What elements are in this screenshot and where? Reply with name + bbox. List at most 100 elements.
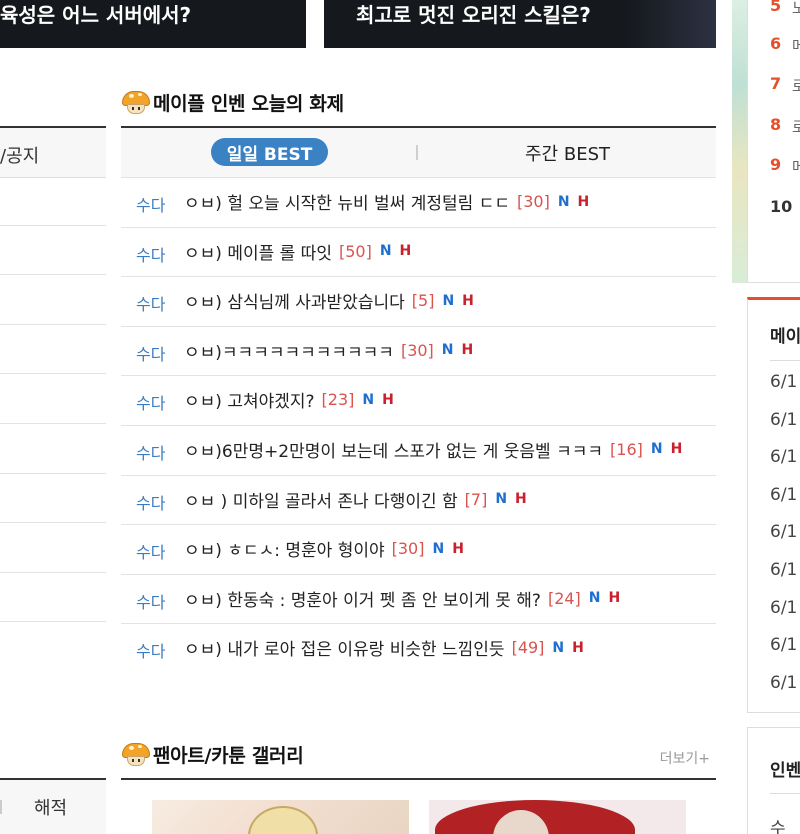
- topic-title-wrap: ㅇㅂ) 고쳐야겠지? [23] N H: [184, 387, 394, 412]
- date-item[interactable]: 6/1: [770, 635, 797, 655]
- new-badge: N: [650, 441, 663, 458]
- topic-category[interactable]: 수다: [136, 589, 165, 613]
- topic-title-wrap: ㅇㅂ) ㅎㄷㅅ: 명훈아 형이야 [30] N H: [184, 536, 464, 561]
- box-divider: [770, 793, 800, 794]
- best-tabbar: 일일 BEST 주간 BEST: [121, 126, 716, 178]
- date-item[interactable]: 6/1: [770, 560, 797, 580]
- topic-row[interactable]: 수다 ㅇㅂ) 헐 오늘 시작한 뉴비 벌써 계정털림 ㄷㄷ [30] N H: [121, 178, 716, 228]
- box-title[interactable]: 인벤: [770, 756, 800, 781]
- date-item[interactable]: 6/1: [770, 485, 797, 505]
- new-badge: N: [552, 639, 565, 656]
- rank-title[interactable]: 로: [792, 75, 800, 96]
- date-list-box: 메이 6/1 6/1 6/1 6/1 6/1 6/1 6/1 6/1 6/1: [747, 297, 800, 713]
- topic-title[interactable]: ㅇㅂ) ㅎㄷㅅ: 명훈아 형이야: [184, 536, 385, 561]
- topic-category[interactable]: 수다: [136, 539, 165, 563]
- topic-title[interactable]: ㅇㅂ) 삼식님께 사과받았습니다: [184, 288, 405, 313]
- topic-title-wrap: ㅇㅂ)6만명+2만명이 보는데 스포가 없는 게 웃음벨 ㅋㅋㅋ [16] N H: [184, 437, 682, 462]
- topic-row[interactable]: 수다 ㅇㅂ) 삼식님께 사과받았습니다 [5] N H: [121, 277, 716, 327]
- date-item[interactable]: 6/1: [770, 447, 797, 467]
- topic-category[interactable]: 수다: [136, 638, 165, 662]
- left-class-tab-label: 해적: [34, 798, 68, 819]
- topic-title[interactable]: ㅇㅂ) 내가 로아 접은 이유랑 비슷한 느낌인듯: [184, 635, 505, 660]
- comment-count: [24]: [547, 588, 581, 608]
- left-board-list: /공지: [0, 126, 106, 178]
- section-title: 팬아트/카툰 갤러리: [153, 744, 304, 767]
- hot-badge: H: [461, 342, 474, 359]
- new-badge: N: [588, 590, 601, 607]
- new-badge: N: [432, 540, 445, 557]
- topic-category[interactable]: 수다: [136, 291, 165, 315]
- topic-title[interactable]: ㅇㅂ) 메이플 롤 따잇: [184, 239, 332, 264]
- topic-title-wrap: ㅇㅂ) 삼식님께 사과받았습니다 [5] N H: [184, 288, 474, 313]
- topic-row[interactable]: 수다 ㅇㅂ) 내가 로아 접은 이유랑 비슷한 느낌인듯 [49] N H: [121, 624, 716, 674]
- comment-count: [16]: [610, 439, 643, 459]
- topic-title-wrap: ㅇㅂ)ㅋㅋㅋㅋㅋㅋㅋㅋㅋㅋㅋ [30] N H: [184, 338, 473, 363]
- rank-title[interactable]: 메: [792, 35, 800, 56]
- comment-count: [30]: [516, 192, 550, 211]
- box-item[interactable]: 수: [770, 814, 786, 834]
- topic-category[interactable]: 수다: [136, 192, 165, 216]
- date-item[interactable]: 6/1: [770, 410, 797, 430]
- left-board-header[interactable]: /공지: [0, 126, 106, 178]
- hot-badge: H: [462, 292, 474, 309]
- gallery-divider: [121, 778, 716, 780]
- more-link[interactable]: 더보기+: [660, 748, 710, 768]
- left-row-divider: [0, 274, 106, 275]
- left-board-header-label: /공지: [0, 146, 40, 167]
- rank-title[interactable]: 노: [792, 0, 800, 18]
- topic-category[interactable]: 수다: [136, 242, 165, 266]
- gallery-heading: 팬아트/카툰 갤러리: [121, 738, 304, 770]
- date-item[interactable]: 6/1: [770, 372, 797, 392]
- side-illustration: [732, 0, 747, 283]
- topic-title-wrap: ㅇㅂ) 한동숙 : 명훈아 이거 펫 좀 안 보이게 못 해? [24] N H: [184, 586, 620, 611]
- hot-badge: H: [515, 491, 527, 508]
- tab-daily-best[interactable]: 일일 BEST: [211, 138, 328, 166]
- left-row-divider: [0, 522, 106, 523]
- topic-row[interactable]: 수다 ㅇㅂ)ㅋㅋㅋㅋㅋㅋㅋㅋㅋㅋㅋ [30] N H: [121, 327, 716, 377]
- comment-count: [30]: [391, 539, 425, 559]
- topic-title[interactable]: ㅇㅂ)ㅋㅋㅋㅋㅋㅋㅋㅋㅋㅋㅋ: [184, 338, 394, 363]
- rank-number: 9: [770, 155, 782, 174]
- date-item[interactable]: 6/1: [770, 522, 797, 542]
- mushroom-icon: [121, 89, 151, 115]
- topic-title[interactable]: ㅇㅂ) 헐 오늘 시작한 뉴비 벌써 계정털림 ㄷㄷ: [184, 189, 510, 214]
- topic-title[interactable]: ㅇㅂ ) 미하일 골라서 존나 다행이긴 함: [184, 487, 458, 512]
- new-badge: N: [441, 342, 454, 359]
- topic-row[interactable]: 수다 ㅇㅂ) 한동숙 : 명훈아 이거 펫 좀 안 보이게 못 해? [24] N H: [121, 575, 716, 625]
- topic-title-wrap: ㅇㅂ) 메이플 롤 따잇 [50] N H: [184, 239, 411, 264]
- gallery-thumbnail[interactable]: [429, 800, 686, 834]
- rank-number: 6: [770, 34, 782, 53]
- left-row-divider: [0, 572, 106, 573]
- left-class-tab[interactable]: 해적: [0, 778, 106, 834]
- rank-number: 5: [770, 0, 782, 15]
- topic-row[interactable]: 수다 ㅇㅂ ) 미하일 골라서 존나 다행이긴 함 [7] N H: [121, 476, 716, 526]
- comment-count: [30]: [400, 340, 434, 360]
- section-title: 메이플 인벤 오늘의 화제: [153, 92, 344, 115]
- tab-divider: [416, 145, 418, 160]
- topic-category[interactable]: 수다: [136, 341, 165, 365]
- date-item[interactable]: 6/1: [770, 673, 797, 693]
- topic-title[interactable]: ㅇㅂ) 고쳐야겠지?: [184, 387, 315, 412]
- topic-category[interactable]: 수다: [136, 440, 165, 464]
- box-divider: [770, 360, 800, 361]
- gallery-thumbnail[interactable]: [152, 800, 409, 834]
- rank-number: 7: [770, 74, 782, 93]
- left-row-divider: [0, 324, 106, 325]
- new-badge: N: [557, 193, 570, 210]
- topic-title-wrap: ㅇㅂ ) 미하일 골라서 존나 다행이긴 함 [7] N H: [184, 487, 527, 512]
- topic-row[interactable]: 수다 ㅇㅂ)6만명+2만명이 보는데 스포가 없는 게 웃음벨 ㅋㅋㅋ [16] N H: [121, 426, 716, 476]
- rank-title[interactable]: 메: [792, 156, 800, 177]
- box-title[interactable]: 메이: [770, 322, 800, 347]
- comment-count: [5]: [411, 291, 435, 311]
- topic-row[interactable]: 수다 ㅇㅂ) 고쳐야겠지? [23] N H: [121, 376, 716, 426]
- topic-category[interactable]: 수다: [136, 490, 165, 514]
- new-badge: N: [379, 243, 392, 260]
- rank-title[interactable]: 로: [792, 116, 800, 137]
- date-item[interactable]: 6/1: [770, 598, 797, 618]
- topic-title[interactable]: ㅇㅂ)6만명+2만명이 보는데 스포가 없는 게 웃음벨 ㅋㅋㅋ: [184, 437, 603, 462]
- topic-row[interactable]: 수다 ㅇㅂ) ㅎㄷㅅ: 명훈아 형이야 [30] N H: [121, 525, 716, 575]
- topic-category[interactable]: 수다: [136, 390, 165, 414]
- tab-weekly-best[interactable]: 주간 BEST: [525, 140, 610, 166]
- topic-title[interactable]: ㅇㅂ) 한동숙 : 명훈아 이거 펫 좀 안 보이게 못 해?: [184, 586, 541, 611]
- topic-row[interactable]: 수다 ㅇㅂ) 메이플 롤 따잇 [50] N H: [121, 228, 716, 278]
